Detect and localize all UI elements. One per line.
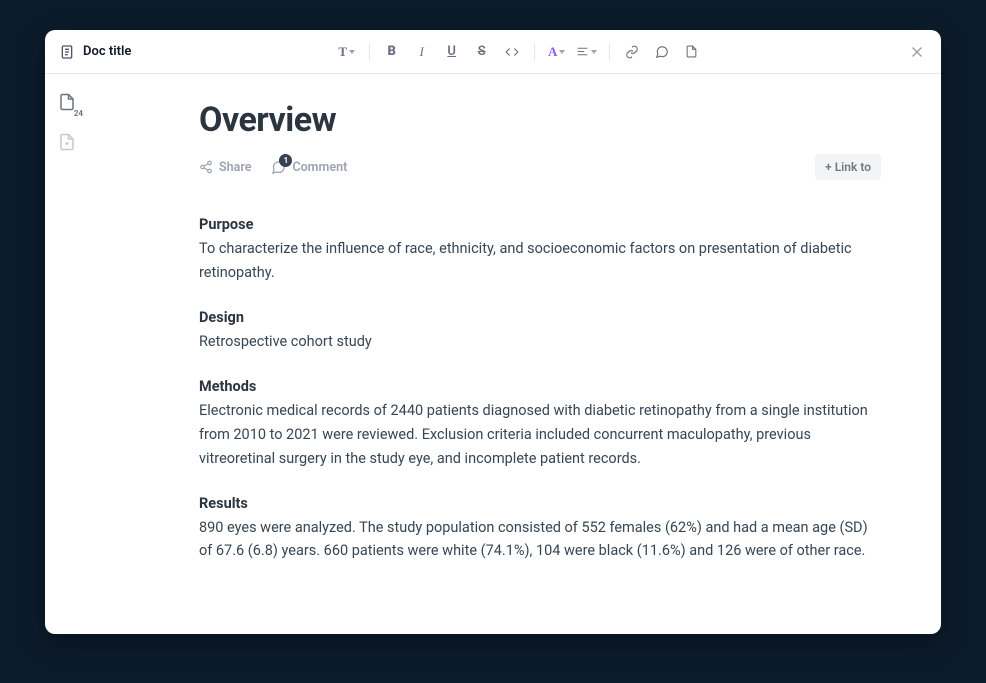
toolbar: Doc title T B I U S A bbox=[45, 30, 941, 74]
section-results: Results 890 eyes were analyzed. The stud… bbox=[199, 495, 881, 564]
toolbar-separator bbox=[369, 43, 370, 61]
share-label: Share bbox=[219, 160, 251, 175]
section-heading: Design bbox=[199, 309, 881, 326]
page-title[interactable]: Overview bbox=[199, 100, 881, 140]
page-count-badge: 24 bbox=[74, 109, 83, 118]
section-body: To characterize the influence of race, e… bbox=[199, 237, 881, 285]
document-pages-button[interactable]: 24 bbox=[53, 88, 81, 116]
doc-title: Doc title bbox=[83, 44, 131, 59]
body-area: 24 Overview Share 1 bbox=[45, 74, 941, 634]
section-design: Design Retrospective cohort study bbox=[199, 309, 881, 354]
alignment-dropdown[interactable] bbox=[573, 38, 601, 66]
section-body: Electronic medical records of 2440 patie… bbox=[199, 399, 881, 471]
comment-label: Comment bbox=[292, 160, 347, 175]
section-body: Retrospective cohort study bbox=[199, 330, 881, 354]
document-actions: Share 1 Comment + Link to bbox=[199, 154, 881, 180]
strikethrough-button[interactable]: S bbox=[468, 38, 496, 66]
chevron-down-icon bbox=[349, 50, 355, 54]
comment-button[interactable] bbox=[648, 38, 676, 66]
toolbar-separator bbox=[609, 43, 610, 61]
comment-action[interactable]: 1 Comment bbox=[271, 160, 347, 175]
italic-button[interactable]: I bbox=[408, 38, 436, 66]
underline-button[interactable]: U bbox=[438, 38, 466, 66]
link-button[interactable] bbox=[618, 38, 646, 66]
section-heading: Methods bbox=[199, 378, 881, 395]
formatting-toolbar: T B I U S A bbox=[333, 38, 706, 66]
text-color-dropdown[interactable]: A bbox=[543, 38, 571, 66]
chevron-down-icon bbox=[591, 50, 597, 54]
left-rail: 24 bbox=[45, 74, 89, 634]
section-purpose: Purpose To characterize the influence of… bbox=[199, 216, 881, 285]
link-to-button[interactable]: + Link to bbox=[815, 154, 881, 180]
bold-button[interactable]: B bbox=[378, 38, 406, 66]
comment-count-badge: 1 bbox=[279, 154, 292, 167]
document-panel: Doc title T B I U S A bbox=[45, 30, 941, 634]
document-main: Overview Share 1 Comment + Link to bbox=[89, 74, 941, 634]
document-icon bbox=[59, 44, 75, 60]
text-style-dropdown[interactable]: T bbox=[333, 38, 361, 66]
share-button[interactable]: Share bbox=[199, 160, 251, 175]
code-button[interactable] bbox=[498, 38, 526, 66]
chevron-down-icon bbox=[559, 50, 565, 54]
section-heading: Purpose bbox=[199, 216, 881, 233]
section-body: 890 eyes were analyzed. The study popula… bbox=[199, 516, 881, 564]
share-icon bbox=[199, 160, 213, 174]
section-heading: Results bbox=[199, 495, 881, 512]
close-button[interactable] bbox=[903, 38, 931, 66]
doc-title-group[interactable]: Doc title bbox=[55, 44, 135, 60]
page-button[interactable] bbox=[678, 38, 706, 66]
toolbar-separator bbox=[534, 43, 535, 61]
add-page-button[interactable] bbox=[53, 128, 81, 156]
section-methods: Methods Electronic medical records of 24… bbox=[199, 378, 881, 471]
document-content[interactable]: Purpose To characterize the influence of… bbox=[199, 216, 881, 563]
